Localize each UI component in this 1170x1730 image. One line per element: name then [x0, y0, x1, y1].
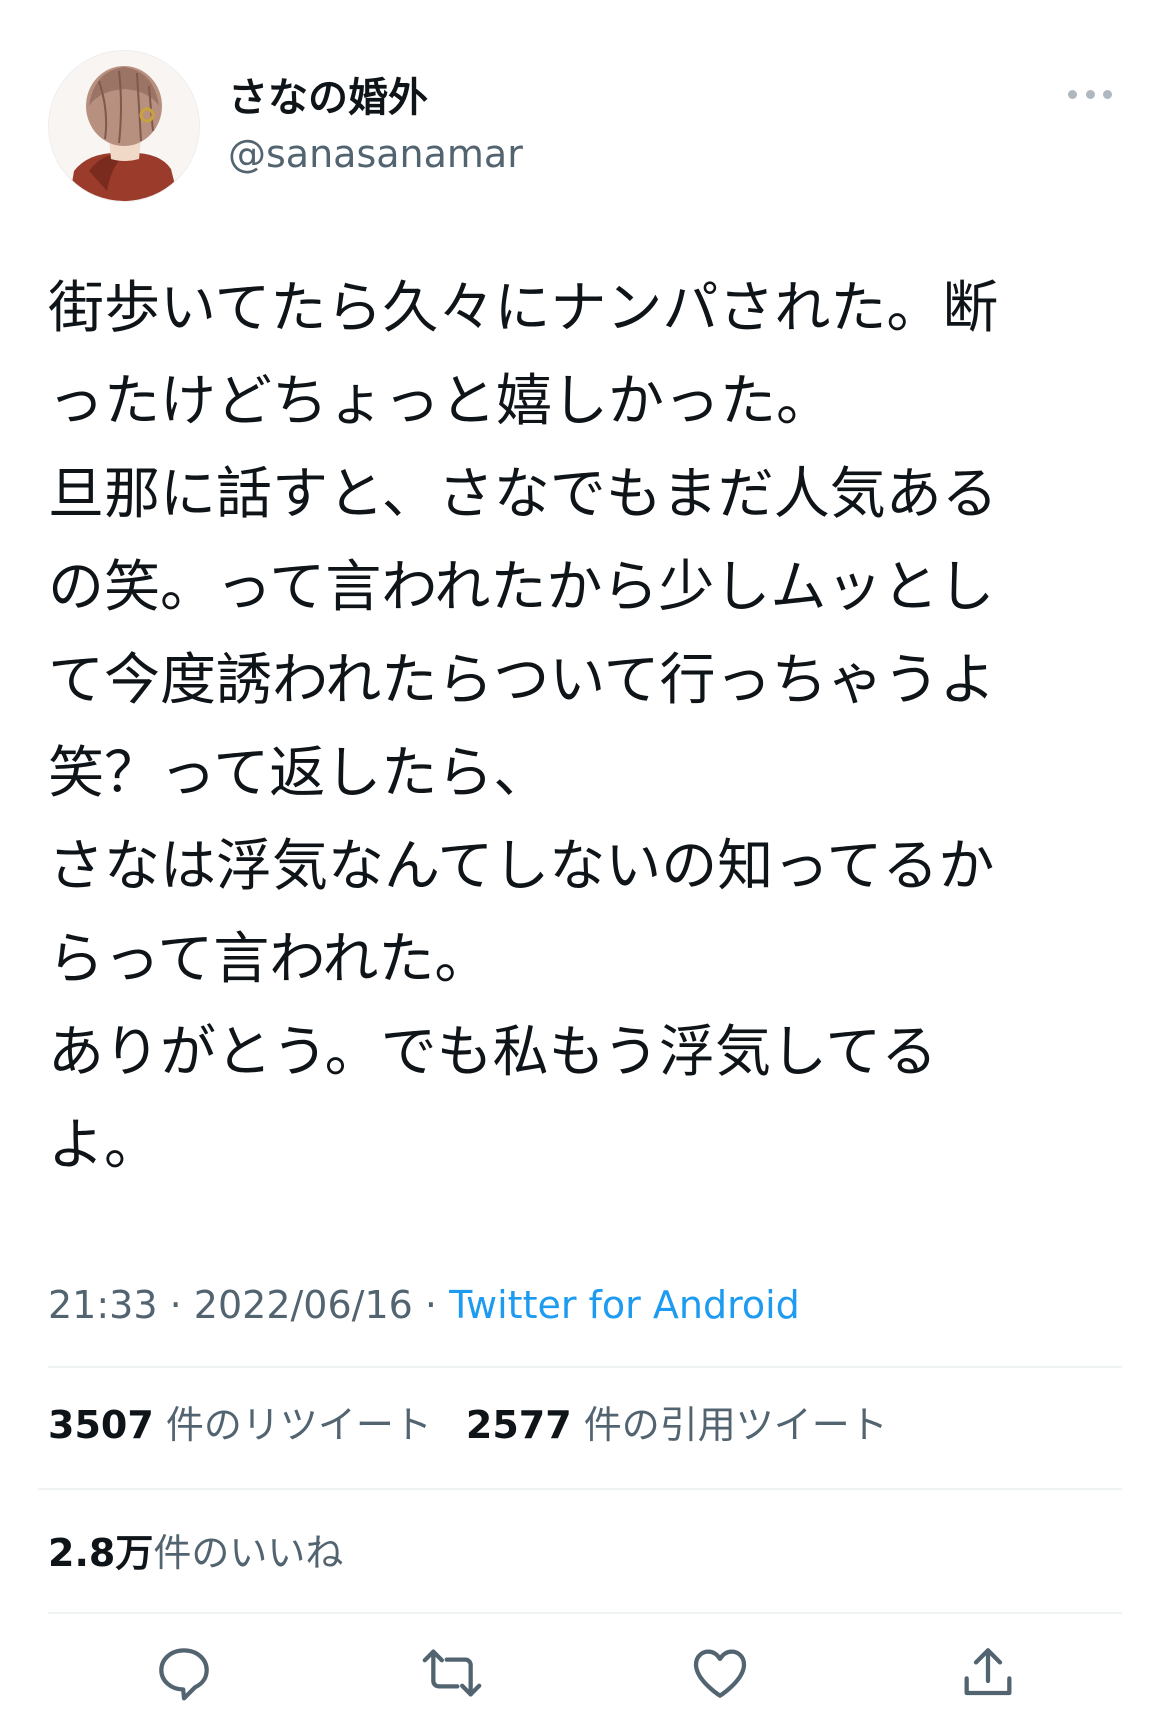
retweets-stat[interactable]: 3507 件のリツイート	[48, 1403, 432, 1447]
retweets-count: 3507	[48, 1403, 154, 1447]
share-icon	[964, 1648, 1012, 1696]
divider	[48, 1612, 1122, 1614]
divider	[38, 1488, 1122, 1490]
reply-icon	[159, 1648, 209, 1701]
quotes-count: 2577	[465, 1403, 572, 1447]
more-options-button[interactable]	[1068, 84, 1112, 104]
like-icon	[693, 1649, 747, 1698]
meta-separator: ·	[169, 1283, 182, 1327]
tweet-header: さなの婚外 @sanasanamar	[48, 50, 1122, 202]
share-button[interactable]	[950, 1635, 1026, 1711]
likes-label: 件のいいね	[153, 1531, 344, 1575]
dot-icon	[1085, 89, 1095, 99]
retweets-label: 件のリツイート	[165, 1403, 432, 1447]
quotes-stat[interactable]: 2577 件の引用ツイート	[466, 1403, 888, 1447]
meta-separator: ·	[424, 1283, 438, 1327]
tweet-time: 21:33	[48, 1283, 158, 1327]
likes-stat[interactable]: 2.8万件のいいね	[48, 1528, 343, 1578]
divider	[48, 1366, 1122, 1368]
likes-count: 2.8万	[48, 1531, 154, 1575]
tweet-source-link[interactable]: Twitter for Android	[449, 1283, 800, 1327]
avatar-illustration-icon	[49, 51, 199, 201]
avatar[interactable]	[48, 50, 200, 202]
like-button[interactable]	[682, 1635, 758, 1711]
retweet-icon	[422, 1649, 482, 1697]
action-bar	[0, 1625, 1170, 1725]
dot-icon	[1103, 89, 1112, 99]
tweet-date[interactable]: 2022/06/16	[194, 1283, 413, 1327]
dot-icon	[1068, 89, 1077, 99]
user-handle[interactable]: @sanasanamar	[228, 128, 523, 180]
quotes-label: 件の引用ツイート	[583, 1403, 888, 1447]
share-stats: 3507 件のリツイート 2577 件の引用ツイート	[48, 1400, 888, 1450]
tweet-meta: 21:33 · 2022/06/16 · Twitter for Android	[48, 1280, 800, 1330]
tweet-text: 街歩いてたら久々にナンパされた。断 ったけどちょっと嬉しかった。 旦那に話すと、…	[48, 276, 999, 1178]
reply-button[interactable]	[146, 1635, 222, 1711]
retweet-button[interactable]	[414, 1635, 490, 1711]
display-name[interactable]: さなの婚外	[228, 72, 523, 124]
